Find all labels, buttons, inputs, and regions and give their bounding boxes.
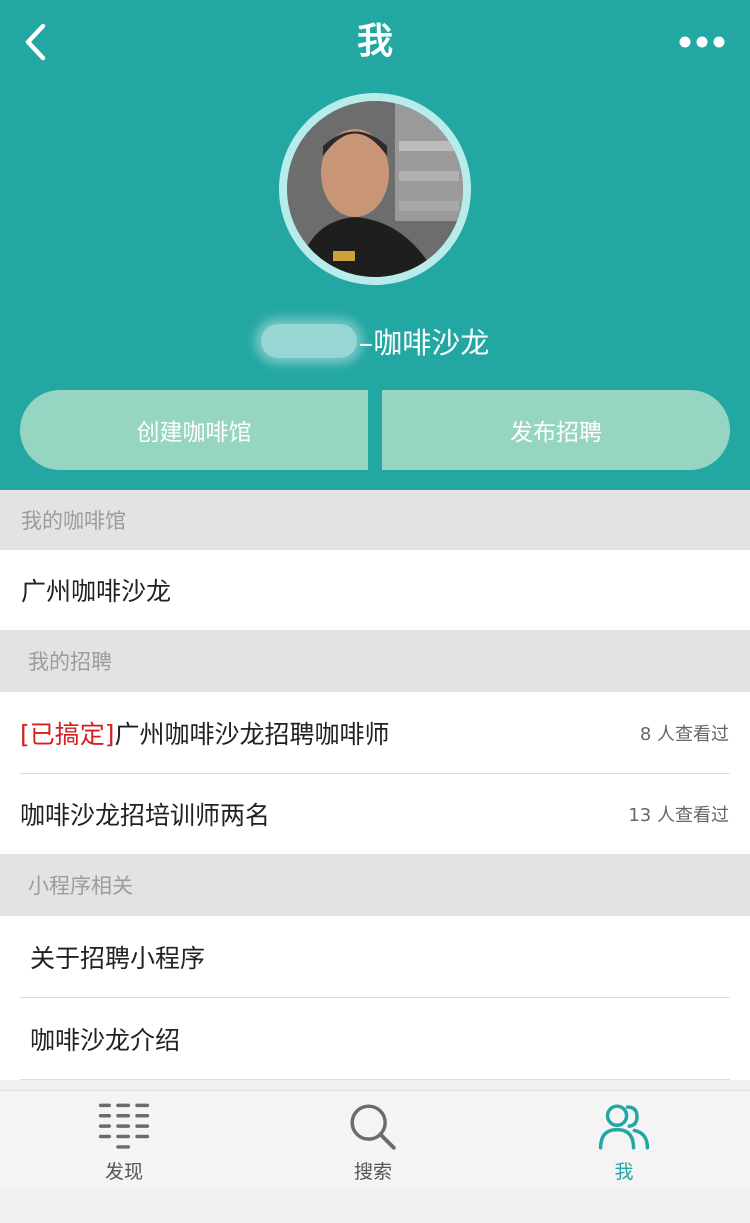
create-cafe-button[interactable]: 创建咖啡馆 (20, 390, 368, 470)
list-icon (98, 1103, 150, 1149)
job-title: 广州咖啡沙龙招聘咖啡师 (114, 720, 390, 749)
cafe-list-item[interactable]: 广州咖啡沙龙 (0, 550, 750, 630)
section-label-mini-program: 小程序相关 (0, 854, 750, 916)
tab-discover[interactable]: 发现 (69, 1091, 179, 1187)
avatar[interactable] (287, 101, 463, 277)
job-list-item[interactable]: [已搞定]广州咖啡沙龙招聘咖啡师 8 人查看过 (0, 692, 750, 774)
profile-header: 我 –咖啡沙龙 创建咖啡馆 发布招聘 (0, 0, 750, 490)
username: –咖啡沙龙 (0, 318, 750, 364)
username-suffix: –咖啡沙龙 (358, 326, 490, 360)
tab-label: 搜索 (353, 1161, 392, 1183)
more-button[interactable] (676, 22, 728, 62)
avatar-photo (287, 101, 463, 277)
about-mini-program-label: 关于招聘小程序 (30, 944, 206, 973)
tab-search[interactable]: 搜索 (318, 1091, 428, 1187)
cafe-intro-item[interactable]: 咖啡沙龙介绍 (0, 998, 750, 1080)
tab-label: 我 (614, 1161, 634, 1183)
tab-label: 发现 (104, 1161, 143, 1183)
post-job-button[interactable]: 发布招聘 (382, 390, 730, 470)
users-icon (598, 1104, 650, 1150)
cafe-intro-label: 咖啡沙龙介绍 (30, 1026, 181, 1055)
row-divider (20, 1079, 730, 1080)
blurred-name (260, 324, 357, 358)
job-view-count: 8 人查看过 (639, 724, 729, 745)
section-label-my-cafe: 我的咖啡馆 (0, 490, 750, 550)
more-dots-icon (679, 36, 725, 48)
tab-me[interactable]: 我 (569, 1091, 679, 1187)
job-title: 咖啡沙龙招培训师两名 (20, 801, 271, 830)
job-status-tag: [已搞定] (20, 720, 115, 749)
page-title: 我 (356, 21, 393, 62)
job-title-line: [已搞定]广州咖啡沙龙招聘咖啡师 (20, 715, 390, 751)
job-view-count: 13 人查看过 (628, 805, 729, 826)
cafe-name: 广州咖啡沙龙 (21, 577, 172, 606)
job-list-item[interactable]: 咖啡沙龙招培训师两名 13 人查看过 (0, 774, 750, 854)
tab-bar: 发现 搜索 我 (0, 1090, 750, 1186)
about-mini-program-item[interactable]: 关于招聘小程序 (0, 916, 750, 998)
section-label-my-jobs: 我的招聘 (0, 630, 750, 692)
search-icon (350, 1104, 396, 1150)
